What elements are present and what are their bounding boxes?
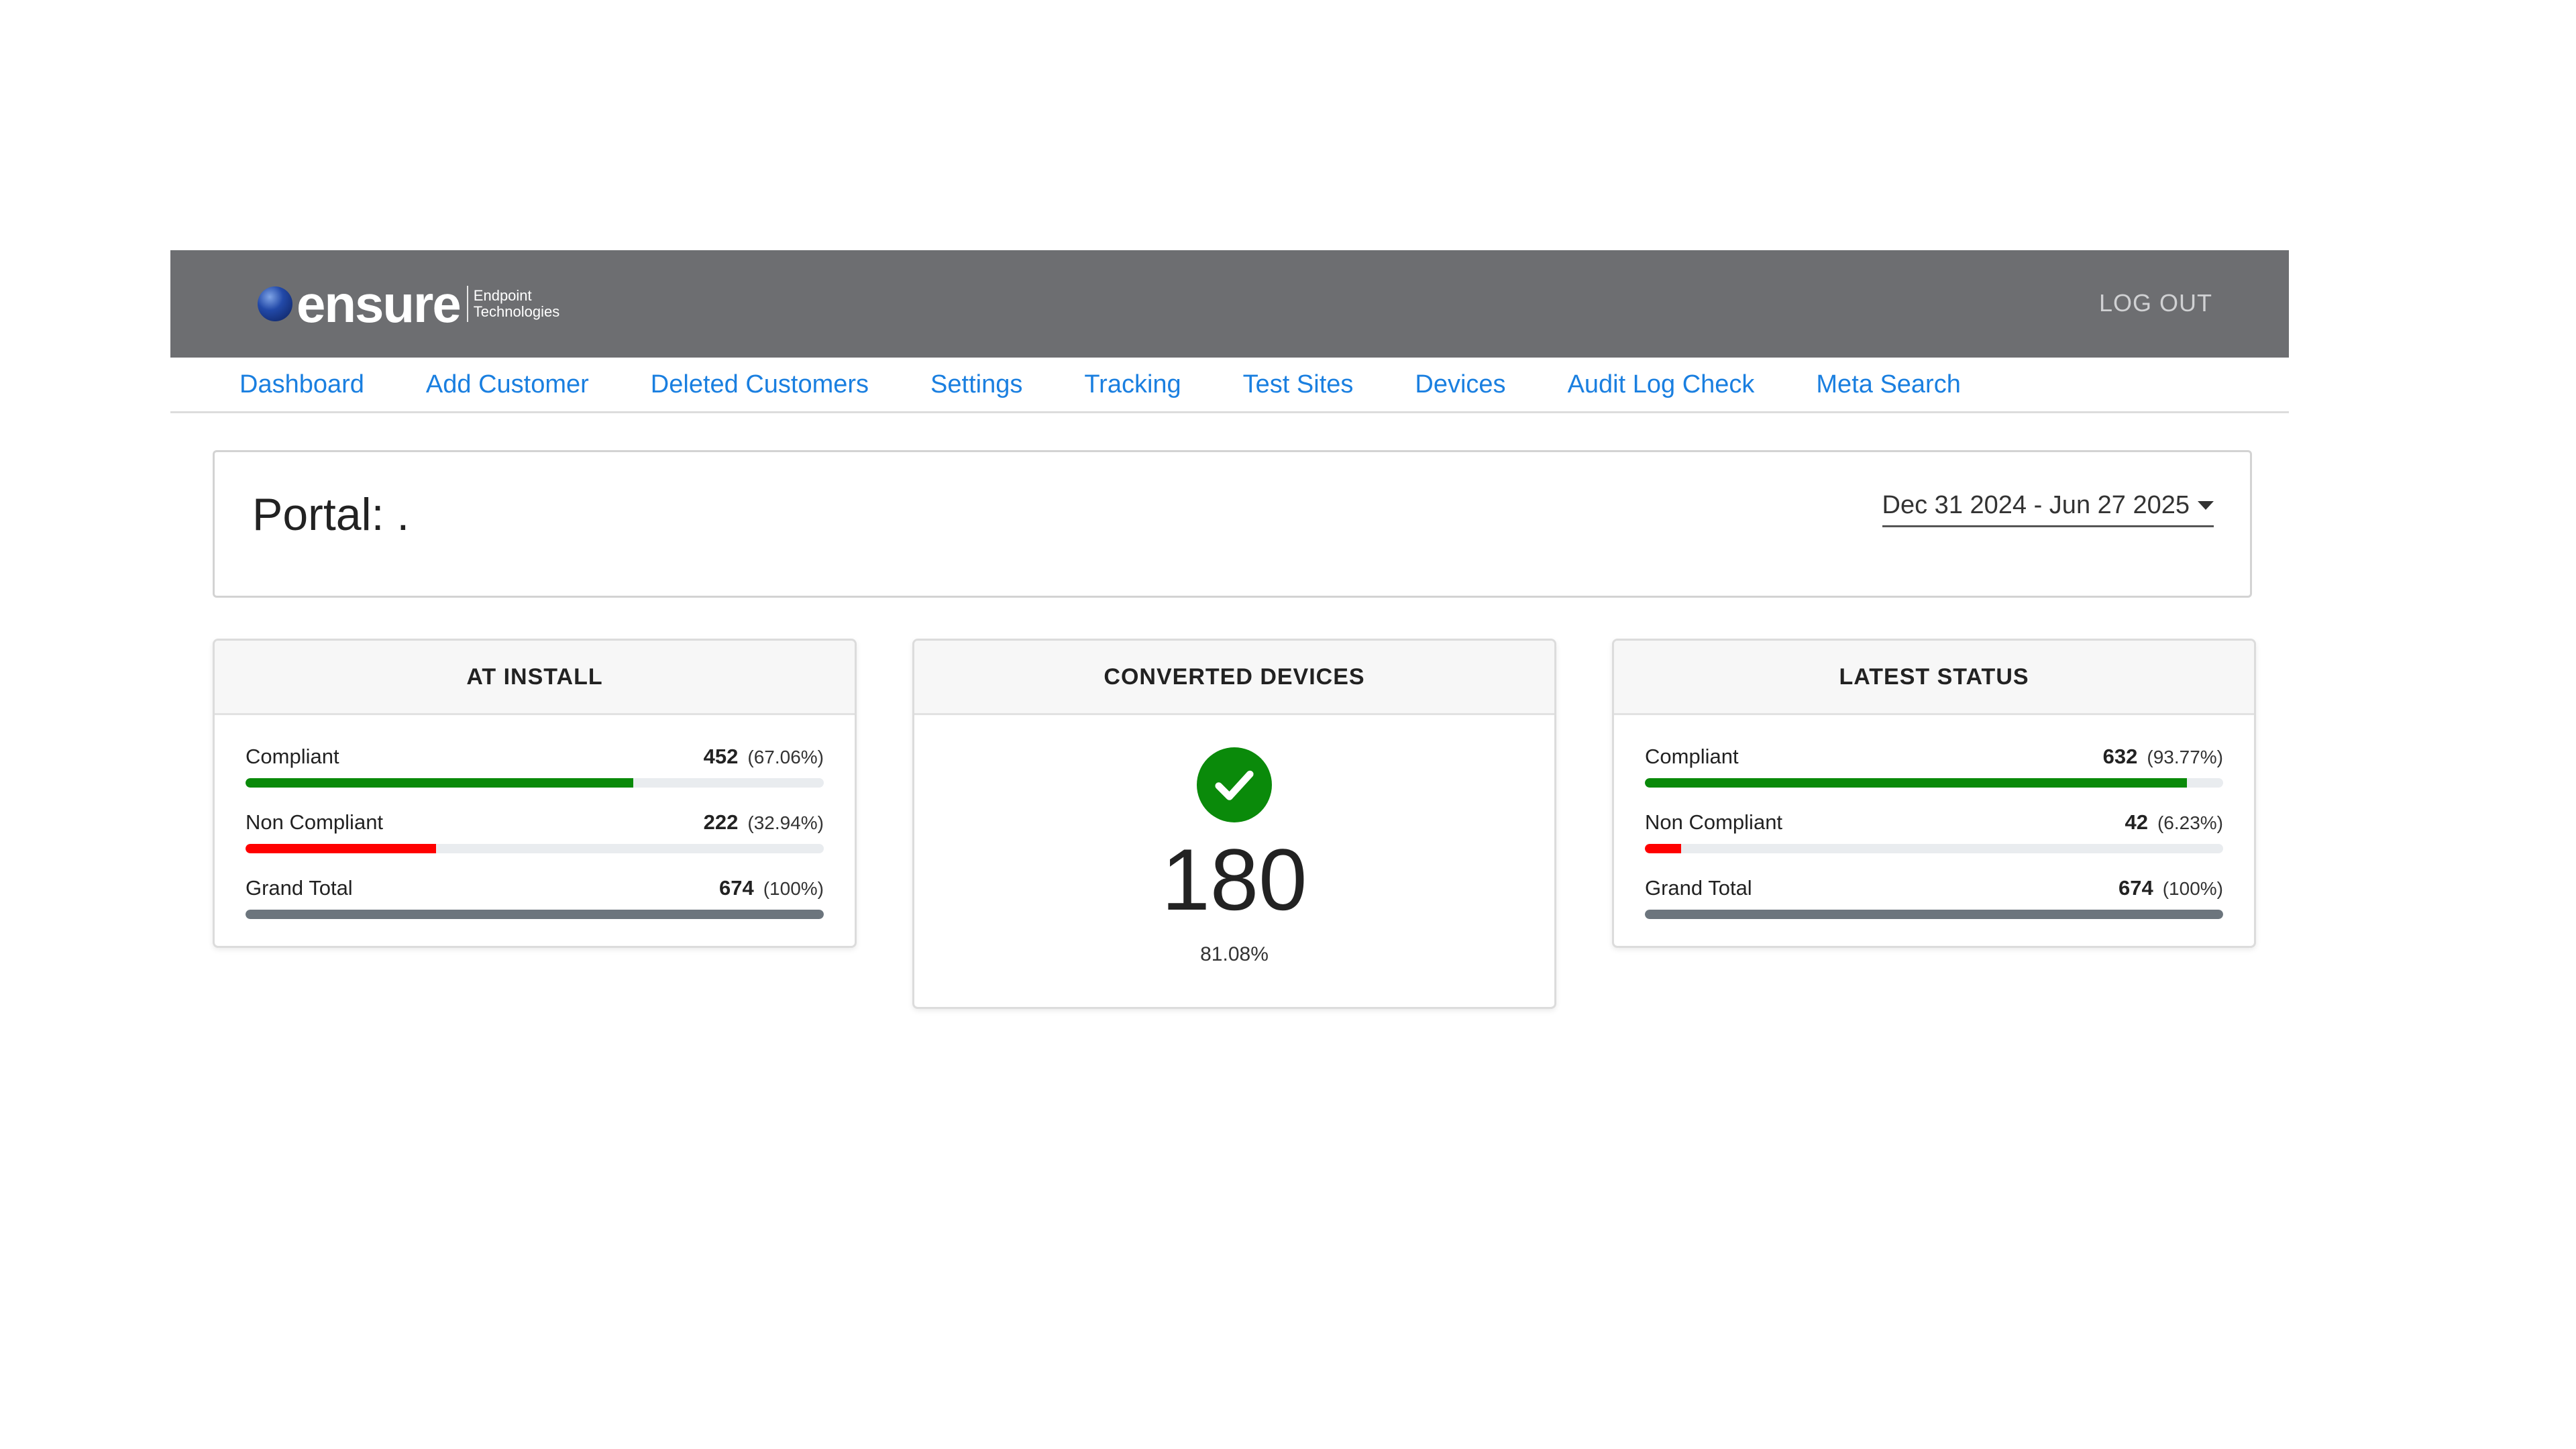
progress-bar-fill: [246, 910, 824, 919]
progress-bar-fill: [1645, 910, 2223, 919]
stat-label: Grand Total: [246, 876, 353, 900]
stat-row-compliant: Compliant 452 (67.06%): [246, 745, 824, 788]
date-range-value: Dec 31 2024 - Jun 27 2025: [1882, 491, 2190, 519]
stat-label: Compliant: [1645, 745, 1739, 768]
stat-count: 222: [703, 810, 739, 834]
stat-percent: (100%): [763, 878, 824, 899]
stat-percent: (32.94%): [747, 812, 824, 833]
card-title: AT INSTALL: [215, 641, 855, 715]
logout-link[interactable]: LOG OUT: [2099, 289, 2212, 317]
card-body: Compliant 452 (67.06%) Non Compliant 222 (…: [215, 715, 855, 946]
card-body: Compliant 632 (93.77%) Non Compliant 42 (6…: [1614, 715, 2254, 946]
converted-percent: 81.08%: [1200, 943, 1269, 965]
latest-status-card: LATEST STATUS Compliant 632 (93.77%) Non …: [1612, 639, 2256, 948]
logo-divider: [466, 286, 468, 322]
stat-percent: (100%): [2162, 878, 2223, 899]
progress-bar-track: [1645, 910, 2223, 919]
portal-title: Portal: .: [252, 489, 410, 540]
brand-subtitle-line2: Technologies: [473, 303, 560, 320]
stat-percent: (6.23%): [2157, 812, 2223, 833]
stat-percent: (67.06%): [747, 747, 824, 767]
top-header-bar: ensure Endpoint Technologies LOG OUT: [170, 250, 2289, 358]
nav-item-dashboard[interactable]: Dashboard: [239, 370, 364, 399]
progress-bar-fill: [246, 844, 436, 853]
stat-row-non-compliant: Non Compliant 222 (32.94%): [246, 810, 824, 853]
nav-item-meta-search[interactable]: Meta Search: [1816, 370, 1960, 399]
stat-count: 632: [2102, 745, 2138, 768]
nav-item-settings[interactable]: Settings: [930, 370, 1022, 399]
progress-bar-fill: [1645, 844, 1681, 853]
nav-item-test-sites[interactable]: Test Sites: [1243, 370, 1354, 399]
stat-count: 674: [719, 876, 754, 900]
stat-row-non-compliant: Non Compliant 42 (6.23%): [1645, 810, 2223, 853]
brand-name: ensure: [297, 274, 462, 333]
converted-devices-card: CONVERTED DEVICES 180 81.08%: [912, 639, 1556, 1009]
stat-row-grand-total: Grand Total 674 (100%): [1645, 876, 2223, 919]
progress-bar-fill: [246, 778, 634, 788]
nav-item-audit-log-check[interactable]: Audit Log Check: [1568, 370, 1755, 399]
brand-subtitle-line1: Endpoint: [473, 287, 532, 304]
portal-header-panel: Portal: . Dec 31 2024 - Jun 27 2025: [213, 450, 2252, 598]
progress-bar-track: [246, 844, 824, 853]
progress-bar-track: [1645, 778, 2223, 788]
card-title: CONVERTED DEVICES: [914, 641, 1554, 715]
stat-percent: (93.77%): [2147, 747, 2223, 767]
stat-label: Non Compliant: [246, 810, 384, 834]
card-body: 180 81.08%: [914, 715, 1554, 1007]
brand-logo[interactable]: ensure Endpoint Technologies: [258, 277, 559, 331]
progress-bar-track: [246, 778, 824, 788]
progress-bar-track: [1645, 844, 2223, 853]
progress-bar-fill: [1645, 778, 2188, 788]
nav-item-add-customer[interactable]: Add Customer: [426, 370, 589, 399]
main-nav: Dashboard Add Customer Deleted Customers…: [170, 358, 2289, 413]
brand-subtitle: Endpoint Technologies: [474, 288, 559, 320]
stat-label: Non Compliant: [1645, 810, 1783, 834]
at-install-card: AT INSTALL Compliant 452 (67.06%) Non Com…: [213, 639, 857, 948]
stat-label: Grand Total: [1645, 876, 1752, 900]
app-container: ensure Endpoint Technologies LOG OUT Das…: [170, 250, 2289, 1009]
nav-item-deleted-customers[interactable]: Deleted Customers: [651, 370, 869, 399]
progress-bar-track: [246, 910, 824, 919]
stat-count: 674: [2118, 876, 2153, 900]
stat-count: 452: [703, 745, 739, 768]
nav-item-tracking[interactable]: Tracking: [1084, 370, 1181, 399]
logo-globe-icon: [258, 286, 292, 321]
checkmark-icon: [1215, 770, 1254, 800]
stat-label: Compliant: [246, 745, 339, 768]
date-range-picker[interactable]: Dec 31 2024 - Jun 27 2025: [1882, 491, 2214, 527]
converted-count: 180: [1161, 830, 1307, 928]
stat-row-compliant: Compliant 632 (93.77%): [1645, 745, 2223, 788]
nav-item-devices[interactable]: Devices: [1415, 370, 1505, 399]
caret-down-icon: [2198, 501, 2214, 510]
stat-row-grand-total: Grand Total 674 (100%): [246, 876, 824, 919]
check-circle-icon: [1197, 747, 1272, 822]
card-title: LATEST STATUS: [1614, 641, 2254, 715]
stat-count: 42: [2125, 810, 2148, 834]
